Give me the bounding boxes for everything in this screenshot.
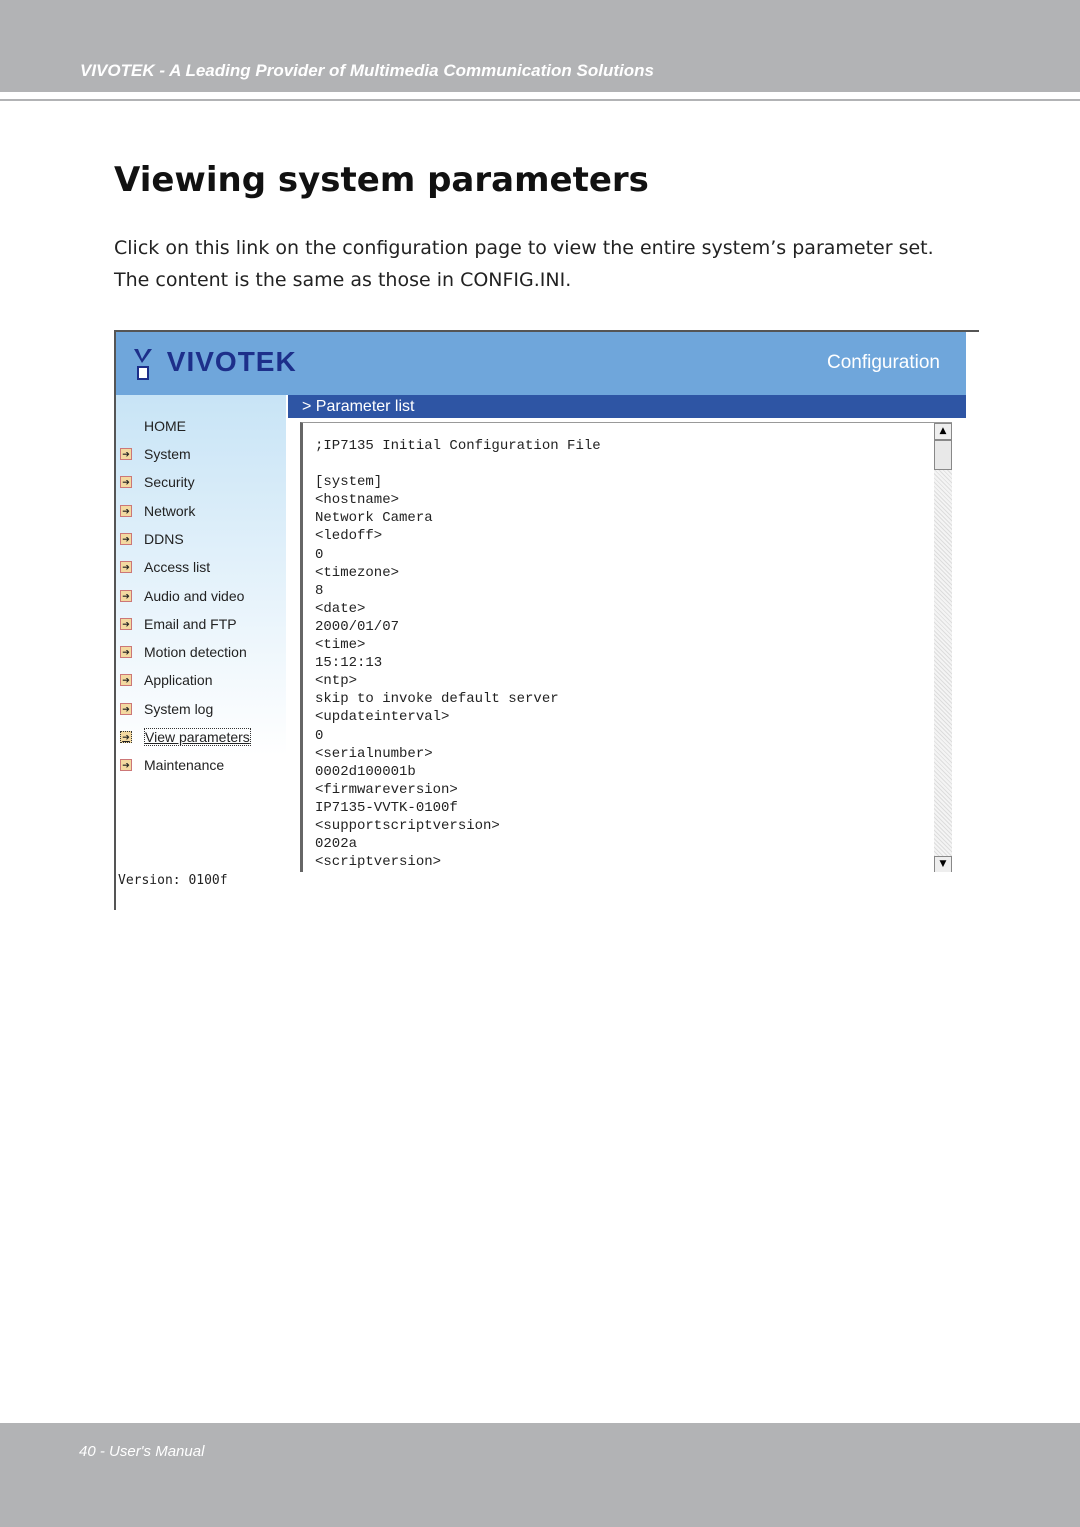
sidebar-item-system[interactable]: ➔ System [120,443,191,465]
sidebar-item-label: View parameters [144,728,251,746]
sidebar-item-label: Email and FTP [144,615,237,632]
arrow-icon: ➔ [120,589,132,602]
configuration-label: Configuration [826,352,940,373]
header-band: VIVOTEK - A Leading Provider of Multimed… [0,0,1080,92]
arrow-icon: ➔ [120,759,132,772]
sidebar-item-home[interactable]: HOME [144,415,186,437]
arrow-icon: ➔ [120,674,132,687]
sidebar-item-label: Maintenance [144,757,225,774]
config-header: VIVOTEK Configuration [116,332,966,395]
arrow-icon: ➔ [120,532,132,545]
logo-text: VIVOTEK [166,346,297,377]
sidebar-item-access-list[interactable]: ➔ Access list [120,556,210,578]
paragraph-line: Click on this link on the configuration … [114,237,934,259]
sidebar-item-motion-detection[interactable]: ➔ Motion detection [120,641,247,663]
config-screenshot: VIVOTEK Configuration HOME ➔ System ➔ Secur… [114,330,979,910]
sidebar-item-label: System log [144,700,214,717]
sidebar-item-label: Audio and video [144,587,245,604]
sidebar-item-label: DDNS [144,530,184,547]
scroll-down-icon[interactable]: ▼ [934,856,952,872]
sidebar-item-network[interactable]: ➔ Network [120,500,195,522]
arrow-icon: ➔ [120,617,132,630]
header-divider [0,99,1080,101]
sidebar-item-system-log[interactable]: ➔ System log [120,698,213,720]
arrow-icon: ➔ [120,731,132,743]
page-title: Viewing system parameters [114,160,649,200]
arrow-icon: ➔ [120,646,132,659]
body-paragraph: Click on this link on the configuration … [114,232,934,296]
arrow-icon: ➔ [120,448,132,460]
paragraph-line: The content is the same as those in CONF… [114,269,572,291]
camera-logo-icon [134,348,152,380]
arrow-icon: ➔ [120,476,132,489]
arrow-icon: ➔ [120,561,132,574]
version-text: Version: 0100f [118,873,228,888]
sidebar-item-ddns[interactable]: ➔ DDNS [120,528,184,550]
panel-title: > Parameter list [288,395,966,418]
scroll-up-icon[interactable]: ▲ [934,423,952,440]
sidebar-item-view-parameters[interactable]: ➔ View parameters [120,726,251,748]
parameter-textarea[interactable]: ;IP7135 Initial Configuration File [syst… [300,422,952,872]
page-number: 40 - User's Manual [79,1443,205,1460]
parameter-text: ;IP7135 Initial Configuration File [syst… [315,438,601,871]
vertical-scrollbar[interactable]: ▲ ▼ [934,423,952,872]
vivotek-logo: VIVOTEK [132,346,297,381]
sidebar-item-label: Motion detection [144,644,247,661]
sidebar-item-label: Network [144,502,196,519]
arrow-icon: ➔ [120,702,132,715]
sidebar: HOME ➔ System ➔ Security ➔ Network ➔ DDNS ➔ Acces… [116,395,286,910]
footer-band: 40 - User's Manual [0,1423,1080,1527]
arrow-icon: ➔ [120,504,132,517]
header-tagline: VIVOTEK - A Leading Provider of Multimed… [80,61,654,80]
sidebar-item-label: System [144,446,191,462]
sidebar-item-audio-and-video[interactable]: ➔ Audio and video [120,585,244,607]
sidebar-item-email-and-ftp[interactable]: ➔ Email and FTP [120,613,237,635]
sidebar-item-label: Security [144,474,195,491]
sidebar-item-label: HOME [144,418,186,434]
sidebar-item-label: Access list [144,559,211,576]
sidebar-item-security[interactable]: ➔ Security [120,471,195,493]
sidebar-item-label: Application [144,672,213,689]
scroll-thumb[interactable] [934,440,952,470]
sidebar-item-application[interactable]: ➔ Application [120,669,213,691]
sidebar-item-maintenance[interactable]: ➔ Maintenance [120,754,224,776]
